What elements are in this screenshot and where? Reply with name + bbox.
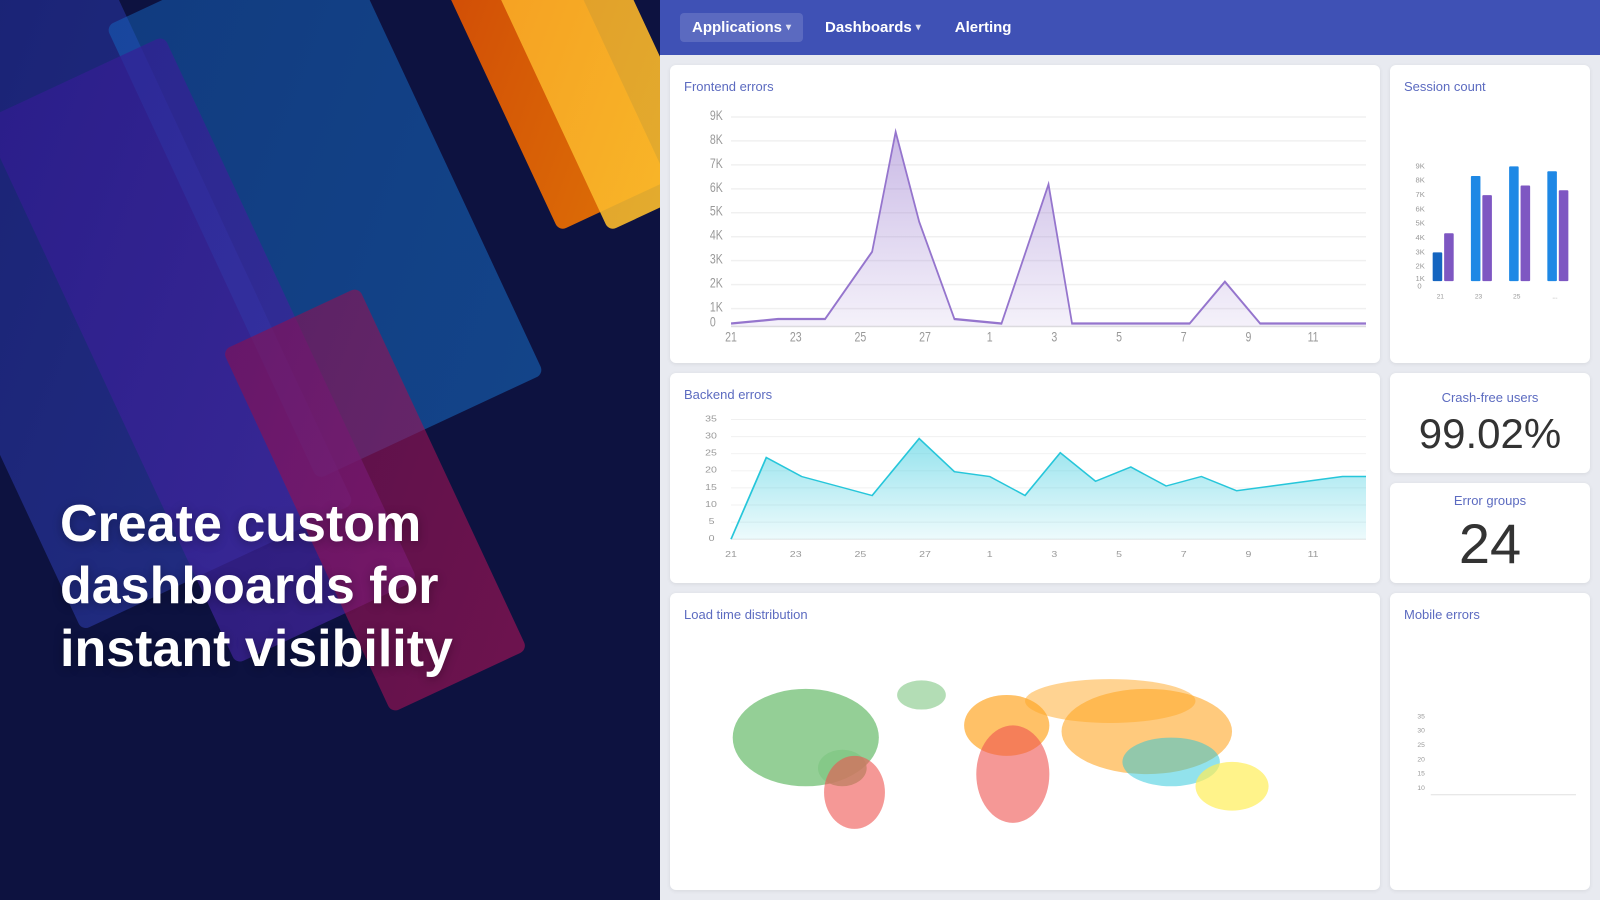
dashboard-panel: Applications ▾ Dashboards ▾ Alerting Fro… (660, 0, 1600, 900)
svg-text:2K: 2K (1415, 262, 1424, 271)
backend-errors-title: Backend errors (684, 387, 1366, 402)
navigation: Applications ▾ Dashboards ▾ Alerting (660, 0, 1600, 55)
svg-text:6K: 6K (710, 180, 723, 196)
error-groups-title: Error groups (1454, 493, 1526, 508)
svg-text:...: ... (1552, 293, 1558, 300)
svg-text:7K: 7K (710, 156, 723, 172)
world-map (684, 630, 1366, 870)
svg-text:0: 0 (1417, 282, 1421, 291)
svg-text:7: 7 (1181, 329, 1187, 341)
svg-text:9K: 9K (1415, 161, 1424, 170)
hero-heading: Create custom dashboards for instant vis… (60, 493, 620, 680)
svg-text:15: 15 (1417, 770, 1425, 777)
svg-text:27: 27 (919, 329, 931, 341)
dashboard-grid: Frontend errors 9K 8K 7K 6K 5K 4K 3K 2K … (660, 55, 1600, 900)
svg-text:10: 10 (705, 499, 717, 509)
frontend-errors-title: Frontend errors (684, 79, 1366, 94)
world-map-svg (684, 630, 1366, 870)
svg-text:7K: 7K (1415, 190, 1424, 199)
svg-text:25: 25 (1513, 293, 1521, 300)
svg-text:5: 5 (709, 516, 715, 526)
svg-text:5: 5 (1116, 550, 1122, 560)
svg-text:9: 9 (1245, 550, 1251, 560)
svg-text:27: 27 (919, 550, 931, 560)
crash-free-title: Crash-free users (1442, 390, 1539, 405)
svg-text:25: 25 (854, 550, 866, 560)
svg-text:20: 20 (1417, 756, 1425, 763)
session-chart-svg: 9K 8K 7K 6K 5K 4K 3K 2K 1K 0 (1404, 102, 1576, 346)
svg-text:3K: 3K (1415, 247, 1424, 256)
svg-text:5K: 5K (710, 204, 723, 220)
svg-text:35: 35 (705, 414, 717, 424)
error-groups-card: Error groups 24 (1390, 483, 1590, 583)
svg-text:6K: 6K (1415, 204, 1424, 213)
svg-text:23: 23 (790, 550, 802, 560)
bg-decoration (0, 0, 660, 900)
nav-alerting[interactable]: Alerting (943, 13, 1024, 42)
session-count-chart: 9K 8K 7K 6K 5K 4K 3K 2K 1K 0 (1404, 102, 1576, 346)
chevron-down-icon: ▾ (916, 22, 921, 33)
hero-text: Create custom dashboards for instant vis… (60, 493, 620, 680)
svg-text:21: 21 (725, 550, 737, 560)
nav-dashboards[interactable]: Dashboards ▾ (813, 13, 933, 42)
svg-text:3K: 3K (710, 251, 723, 267)
svg-text:30: 30 (1417, 727, 1425, 734)
mobile-errors-chart: 35 30 25 20 15 10 (1404, 630, 1576, 874)
svg-text:11: 11 (1308, 550, 1319, 560)
svg-text:10: 10 (1417, 784, 1425, 791)
svg-text:7: 7 (1181, 550, 1187, 560)
session-count-card: Session count 9K 8K 7K 6K 5K 4K 3K 2K 1K… (1390, 65, 1590, 363)
svg-text:2K: 2K (710, 275, 723, 291)
mobile-errors-title: Mobile errors (1404, 607, 1576, 622)
backend-errors-chart: 35 30 25 20 15 10 5 0 (684, 410, 1366, 562)
svg-text:25: 25 (705, 448, 717, 458)
svg-text:0: 0 (709, 533, 715, 543)
mobile-chart-svg: 35 30 25 20 15 10 (1404, 630, 1576, 874)
load-time-title: Load time distribution (684, 607, 1366, 622)
svg-text:9: 9 (1245, 329, 1251, 341)
error-groups-value: 24 (1459, 516, 1521, 572)
svg-text:9K: 9K (710, 108, 723, 124)
svg-text:23: 23 (790, 329, 802, 341)
crash-free-value: 99.02% (1419, 413, 1561, 455)
svg-text:21: 21 (1437, 293, 1445, 300)
svg-text:4K: 4K (1415, 233, 1424, 242)
backend-errors-card: Backend errors 35 30 25 20 15 10 5 0 (670, 373, 1380, 583)
svg-text:1K: 1K (710, 299, 723, 315)
nav-applications[interactable]: Applications ▾ (680, 13, 803, 42)
svg-text:15: 15 (705, 482, 717, 492)
mobile-errors-card: Mobile errors 35 30 25 20 15 10 (1390, 593, 1590, 891)
load-time-card: Load time distribution (670, 593, 1380, 891)
chevron-down-icon: ▾ (786, 22, 791, 33)
svg-text:5K: 5K (1415, 219, 1424, 228)
frontend-errors-card: Frontend errors 9K 8K 7K 6K 5K 4K 3K 2K … (670, 65, 1380, 363)
svg-text:30: 30 (705, 431, 717, 441)
frontend-errors-chart: 9K 8K 7K 6K 5K 4K 3K 2K 1K 0 (684, 102, 1366, 342)
svg-text:25: 25 (1417, 741, 1425, 748)
backend-chart-svg: 35 30 25 20 15 10 5 0 (684, 410, 1366, 562)
hero-panel: Create custom dashboards for instant vis… (0, 0, 660, 900)
svg-text:5: 5 (1116, 329, 1122, 341)
svg-text:3: 3 (1051, 329, 1057, 341)
svg-text:8K: 8K (1415, 176, 1424, 185)
svg-text:11: 11 (1308, 329, 1319, 341)
svg-text:21: 21 (725, 329, 737, 341)
svg-text:20: 20 (705, 465, 717, 475)
frontend-chart-svg: 9K 8K 7K 6K 5K 4K 3K 2K 1K 0 (684, 102, 1366, 342)
svg-text:1: 1 (987, 550, 993, 560)
svg-text:23: 23 (1475, 293, 1483, 300)
svg-text:4K: 4K (710, 227, 723, 243)
svg-text:1: 1 (987, 329, 993, 341)
svg-text:35: 35 (1417, 713, 1425, 720)
svg-text:0: 0 (710, 314, 716, 330)
crash-free-card: Crash-free users 99.02% (1390, 373, 1590, 473)
session-count-title: Session count (1404, 79, 1576, 94)
svg-text:8K: 8K (710, 132, 723, 148)
svg-text:3: 3 (1051, 550, 1057, 560)
svg-text:25: 25 (854, 329, 866, 341)
